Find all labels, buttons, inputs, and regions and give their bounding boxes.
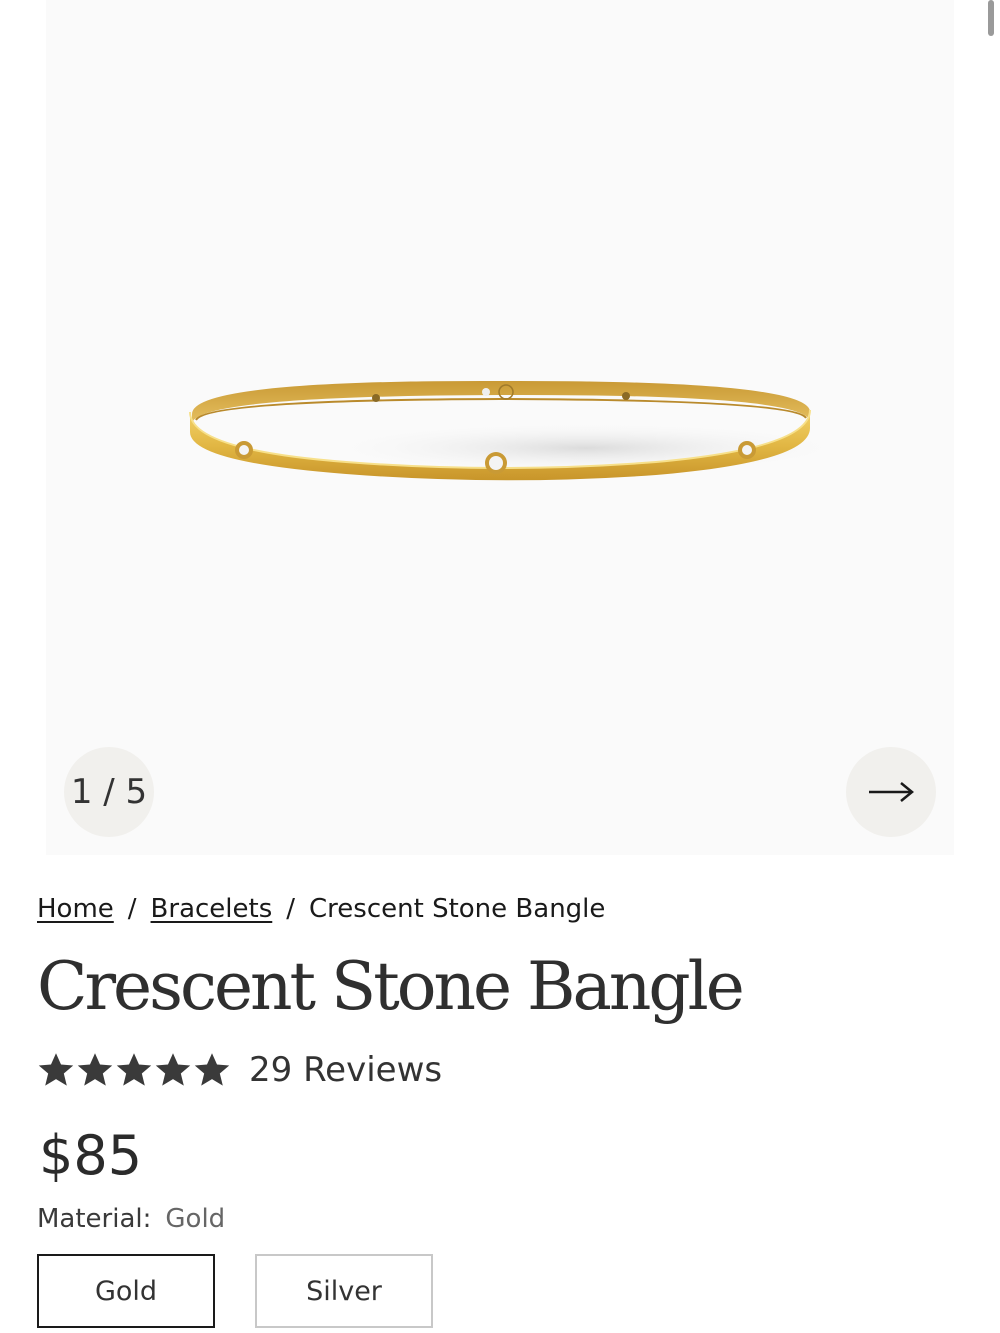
image-counter: 1 / 5 (64, 747, 154, 837)
next-image-button[interactable] (846, 747, 936, 837)
star-icon (38, 1053, 74, 1086)
arrow-right-icon (869, 782, 914, 802)
product-image-gallery[interactable]: 1 / 5 (46, 0, 954, 855)
material-label-row: Material: Gold (37, 1204, 225, 1234)
breadcrumb-separator: / (286, 894, 296, 924)
breadcrumb-current: Crescent Stone Bangle (309, 894, 606, 924)
product-title: Crescent Stone Bangle (37, 948, 745, 1025)
material-label: Material: (37, 1204, 152, 1234)
product-price: $85 (39, 1124, 143, 1187)
scrollbar[interactable] (988, 0, 994, 36)
breadcrumb: Home / Bracelets / Crescent Stone Bangle (37, 894, 605, 924)
product-rating[interactable]: 29 Reviews (37, 1050, 442, 1090)
star-icon (155, 1053, 191, 1086)
star-rating (37, 1052, 231, 1088)
star-icon (116, 1053, 152, 1086)
star-icon (77, 1053, 113, 1086)
breadcrumb-home[interactable]: Home (37, 894, 114, 924)
star-icon (194, 1053, 230, 1086)
breadcrumb-separator: / (127, 894, 137, 924)
option-gold-button[interactable]: Gold (37, 1254, 215, 1328)
reviews-link[interactable]: 29 Reviews (249, 1050, 442, 1090)
product-image (189, 380, 856, 481)
option-silver-button[interactable]: Silver (255, 1254, 433, 1328)
material-value: Gold (165, 1204, 226, 1234)
product-page: 1 / 5 Home / Bracelets / Crescent Stone … (0, 0, 1000, 1333)
breadcrumb-bracelets[interactable]: Bracelets (151, 894, 273, 924)
